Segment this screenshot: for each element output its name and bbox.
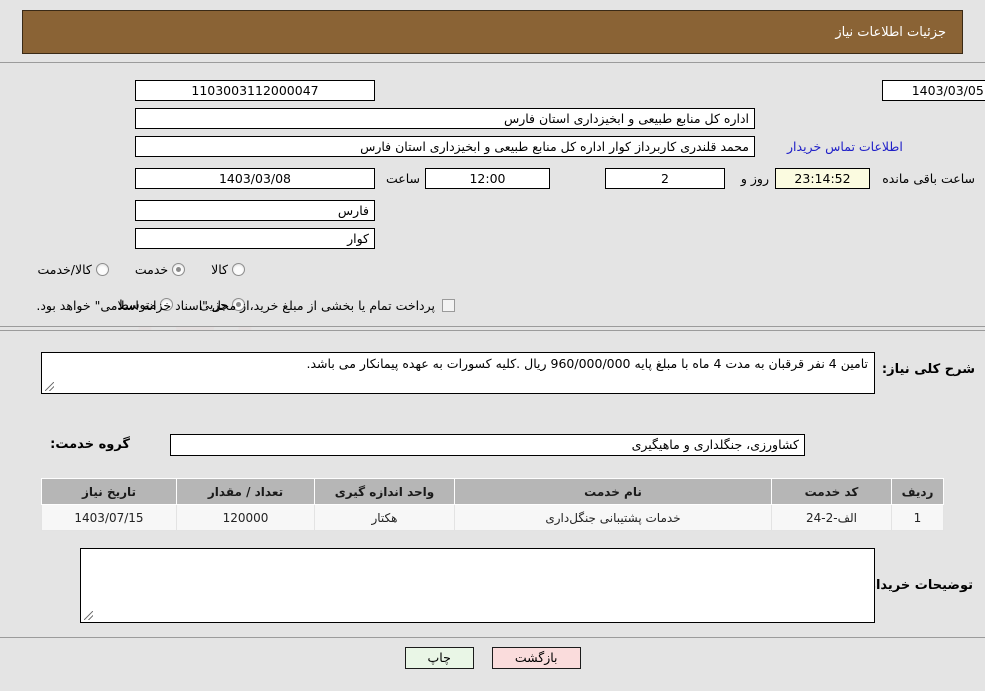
need-info-panel bbox=[0, 62, 985, 327]
service-group-value: کشاورزی، جنگلداری و ماهیگیری bbox=[170, 434, 805, 456]
category-option-label: کالا/خدمت bbox=[37, 262, 92, 277]
table-row[interactable]: 1 الف-2-24 خدمات پشتیبانی جنگل‌داری هکتا… bbox=[41, 504, 944, 531]
page-title: جزئیات اطلاعات نیاز bbox=[835, 24, 946, 40]
col-date: تاریخ نیاز bbox=[41, 478, 177, 505]
cell-row: 1 bbox=[891, 504, 944, 531]
category-radio-group: کالا خدمت کالا/خدمت bbox=[37, 262, 245, 277]
province-value: فارس bbox=[135, 200, 375, 221]
table-header-row: ردیف کد خدمت نام خدمت واحد اندازه گیری ت… bbox=[41, 478, 944, 505]
cell-quantity: 120000 bbox=[176, 504, 315, 531]
col-quantity: تعداد / مقدار bbox=[176, 478, 315, 505]
buyer-comments-label: توضیحات خریدار; bbox=[863, 578, 973, 593]
cell-name: خدمات پشتیبانی جنگل‌داری bbox=[454, 504, 772, 531]
service-group-label: گروه خدمت: bbox=[50, 437, 130, 452]
buyer-contact-link[interactable]: اطلاعات تماس خریدار bbox=[787, 139, 903, 154]
action-buttons: بازگشت چاپ bbox=[0, 647, 985, 669]
buyer-comments-textarea[interactable] bbox=[80, 548, 875, 623]
treasury-checkbox[interactable] bbox=[442, 299, 455, 312]
services-table: ردیف کد خدمت نام خدمت واحد اندازه گیری ت… bbox=[41, 478, 944, 531]
print-button[interactable]: چاپ bbox=[404, 647, 474, 669]
need-number-value: 1103003112000047 bbox=[135, 80, 375, 101]
hour-label: ساعت bbox=[385, 171, 420, 186]
cell-code: الف-2-24 bbox=[771, 504, 892, 531]
col-row: ردیف bbox=[891, 478, 944, 505]
treasury-note-text: پرداخت تمام یا بخشی از مبلغ خرید،از محل … bbox=[36, 298, 435, 313]
cell-date: 1403/07/15 bbox=[41, 504, 177, 531]
radio-icon[interactable] bbox=[172, 263, 186, 276]
days-remaining-label: روز و bbox=[740, 171, 769, 186]
deadline-time-value: 12:00 bbox=[425, 168, 550, 189]
col-unit: واحد اندازه گیری bbox=[314, 478, 455, 505]
creator-value: محمد قلندری کاربرداز کوار اداره کل منابع… bbox=[135, 136, 755, 157]
col-name: نام خدمت bbox=[454, 478, 772, 505]
countdown-timer-label: ساعت باقی مانده bbox=[882, 171, 975, 186]
cell-unit: هکتار bbox=[314, 504, 455, 531]
radio-icon[interactable] bbox=[232, 263, 245, 276]
deadline-date-value: 1403/03/08 bbox=[135, 168, 375, 189]
page-header: جزئیات اطلاعات نیاز bbox=[22, 10, 963, 54]
announce-datetime-value: 1403/03/05 - 12:01 bbox=[882, 80, 985, 101]
category-option-kala-khedmat[interactable]: کالا/خدمت bbox=[37, 262, 109, 277]
countdown-timer-value: 23:14:52 bbox=[775, 168, 870, 189]
days-remaining-value: 2 bbox=[605, 168, 725, 189]
col-code: کد خدمت bbox=[771, 478, 892, 505]
description-label: شرح کلی نیاز: bbox=[881, 362, 975, 377]
buyer-org-value: اداره کل منابع طبیعی و ابخیزداری استان ف… bbox=[135, 108, 755, 129]
description-text: تامین 4 نفر قرقبان به مدت 4 ماه با مبلغ … bbox=[306, 356, 869, 371]
tender-detail-page: جزئیات اطلاعات نیاز شماره نیاز: 11030031… bbox=[0, 0, 985, 691]
category-option-label: خدمت bbox=[134, 262, 169, 277]
city-value: کوار bbox=[135, 228, 375, 249]
category-option-label: کالا bbox=[211, 262, 228, 277]
description-textarea[interactable]: تامین 4 نفر قرقبان به مدت 4 ماه با مبلغ … bbox=[41, 352, 875, 394]
category-option-khedmat[interactable]: خدمت bbox=[134, 262, 186, 277]
treasury-note-row: پرداخت تمام یا بخشی از مبلغ خرید،از محل … bbox=[36, 298, 455, 313]
back-button[interactable]: بازگشت bbox=[491, 647, 581, 669]
radio-icon[interactable] bbox=[95, 263, 109, 276]
category-option-kala[interactable]: کالا bbox=[211, 262, 245, 277]
